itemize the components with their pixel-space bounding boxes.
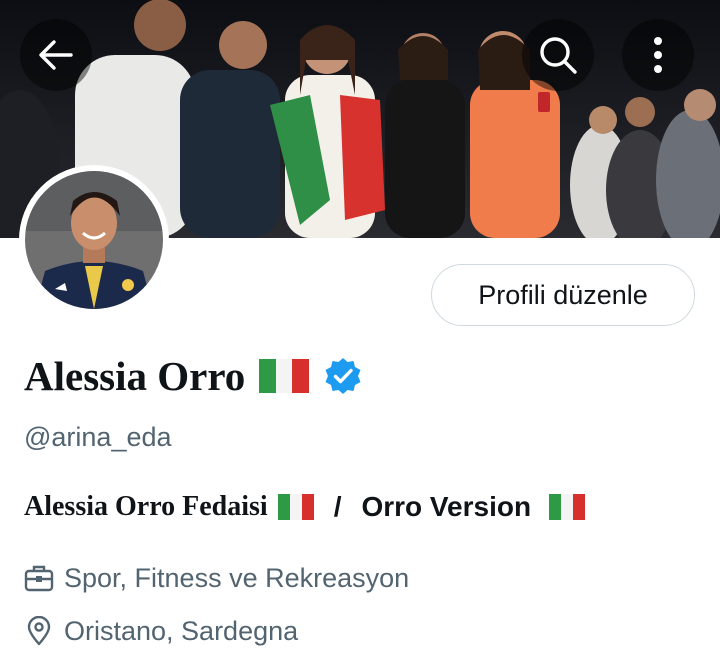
- search-icon: [540, 37, 577, 74]
- back-button[interactable]: [20, 19, 92, 91]
- briefcase-icon: [24, 565, 54, 592]
- location-pin-icon: [27, 616, 51, 646]
- bio-part-1: Alessia Orro Fedaisi: [24, 491, 268, 522]
- italy-flag-icon: [549, 494, 586, 520]
- search-button[interactable]: [522, 19, 594, 91]
- profile-bio: Alessia Orro Fedaisi / Orro Version: [24, 487, 586, 527]
- avatar-photo: [25, 171, 163, 309]
- profile-handle: @arina_eda: [24, 422, 172, 452]
- display-name: Alessia Orro: [24, 353, 246, 399]
- verified-badge-icon[interactable]: [323, 356, 363, 396]
- profile-location: Oristano, Sardegna: [24, 613, 298, 649]
- more-options-button[interactable]: [622, 19, 694, 91]
- italy-flag-icon: [259, 359, 310, 393]
- location-text: Oristano, Sardegna: [64, 615, 299, 646]
- profile-category: Spor, Fitness ve Rekreasyon: [24, 560, 409, 596]
- italy-flag-icon: [277, 494, 314, 520]
- arrow-left-icon: [39, 40, 73, 70]
- edit-profile-button[interactable]: Profili düzenle: [431, 264, 695, 326]
- edit-profile-label: Profili düzenle: [478, 279, 648, 310]
- bio-part-2: Orro Version: [361, 491, 532, 522]
- profile-name-row: Alessia Orro: [24, 346, 363, 406]
- bio-separator: /: [333, 491, 342, 522]
- more-vertical-icon: [654, 37, 662, 73]
- category-text: Spor, Fitness ve Rekreasyon: [64, 562, 410, 593]
- profile-avatar[interactable]: [19, 165, 169, 315]
